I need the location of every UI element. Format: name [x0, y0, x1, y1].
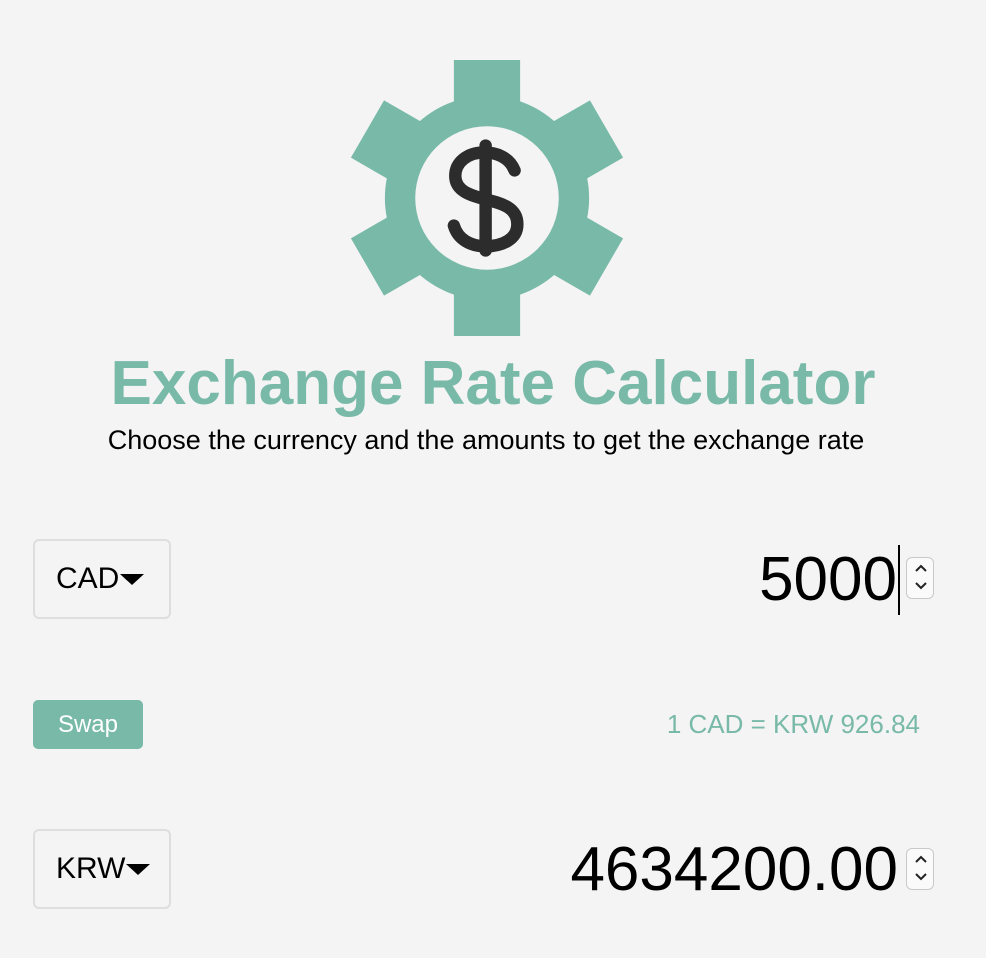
to-currency-label: KRW — [56, 852, 126, 885]
caret-down-icon — [126, 863, 151, 875]
from-amount-value: 5000 — [759, 545, 897, 614]
stepper-down-icon[interactable] — [907, 869, 933, 889]
to-amount-input[interactable]: 4634200.00 — [570, 830, 898, 910]
from-amount-input[interactable]: 5000 — [759, 540, 900, 620]
to-currency-select[interactable]: KRW — [33, 829, 171, 909]
stepper-up-icon[interactable] — [907, 849, 933, 869]
text-cursor — [898, 545, 900, 615]
stepper-up-icon[interactable] — [907, 558, 933, 578]
to-amount-value: 4634200.00 — [570, 835, 898, 904]
from-amount-stepper[interactable] — [906, 557, 934, 599]
swap-button[interactable]: Swap — [33, 700, 143, 749]
exchange-rate-text: 1 CAD = KRW 926.84 — [666, 709, 920, 739]
page-subtitle: Choose the currency and the amounts to g… — [107, 425, 865, 455]
caret-down-icon — [120, 573, 145, 585]
stepper-down-icon[interactable] — [907, 578, 933, 598]
from-currency-select[interactable]: CAD — [33, 539, 171, 619]
to-amount-stepper[interactable] — [906, 848, 934, 890]
exchange-calculator-page: Exchange Rate Calculator Choose the curr… — [0, 0, 986, 958]
gear-dollar-icon — [350, 60, 624, 336]
from-currency-label: CAD — [56, 562, 120, 595]
page-title: Exchange Rate Calculator — [110, 349, 876, 418]
